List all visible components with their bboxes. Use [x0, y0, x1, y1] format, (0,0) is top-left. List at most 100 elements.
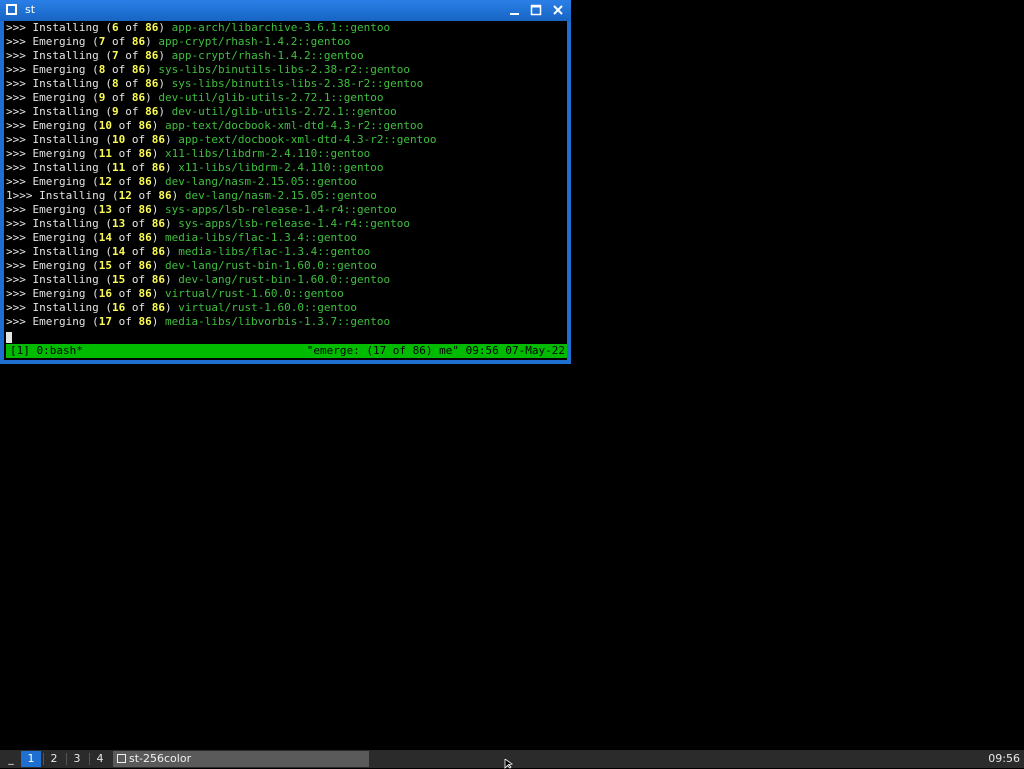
workspace-4[interactable]: 4 [90, 751, 110, 767]
minimize-button[interactable] [506, 2, 524, 19]
package-name: dev-util/glib-utils-2.72.1::gentoo [158, 91, 384, 104]
line-text: >>> Emerging ( [6, 147, 99, 160]
package-name: media-libs/libvorbis-1.3.7::gentoo [164, 315, 391, 328]
line-text: ) [164, 217, 179, 230]
terminal-line: >>> Installing (14 of 86) media-libs/fla… [6, 245, 437, 259]
line-text: of [105, 63, 132, 76]
line-text: ) [151, 203, 165, 216]
package-name: x11-libs/libdrm-2.4.110::gentoo [164, 147, 371, 160]
progress-number: 86 [145, 49, 159, 62]
progress-number: 14 [98, 231, 112, 244]
window-title: st [25, 3, 36, 16]
progress-number: 13 [111, 217, 126, 230]
line-text: >>> Installing ( [6, 77, 112, 90]
line-text: >>> Installing ( [6, 21, 112, 34]
package-name: x11-libs/libdrm-2.4.110::gentoo [178, 161, 384, 174]
line-text: ) [171, 189, 185, 202]
package-name: media-libs/flac-1.3.4::gentoo [178, 245, 371, 258]
terminal-line: >>> Emerging (13 of 86) sys-apps/lsb-rel… [6, 203, 437, 217]
line-text: ) [158, 49, 172, 62]
progress-number: 86 [138, 147, 152, 160]
line-text: ) [151, 175, 165, 188]
progress-number: 86 [138, 175, 152, 188]
package-name: app-crypt/rhash-1.4.2::gentoo [171, 49, 364, 62]
line-text: >>> Emerging ( [6, 203, 99, 216]
package-name: sys-libs/binutils-libs-2.38-r2::gentoo [158, 63, 411, 76]
progress-number: 86 [145, 77, 159, 90]
window-icon[interactable] [6, 4, 17, 15]
line-text: of [105, 91, 132, 104]
terminal-window[interactable]: st >>> Installing (6 of 86) app-arch/lib… [0, 0, 571, 364]
progress-number: 86 [145, 105, 159, 118]
progress-number: 9 [111, 105, 119, 118]
line-text: ) [151, 119, 165, 132]
line-text: of [118, 105, 146, 118]
close-button[interactable] [549, 2, 567, 19]
clock: 09:56 [988, 752, 1020, 765]
line-text: >>> Emerging ( [6, 91, 99, 104]
line-text: of [131, 189, 159, 202]
package-name: dev-lang/nasm-2.15.05::gentoo [184, 189, 377, 202]
workspace-1[interactable]: 1 [21, 751, 41, 767]
package-name: sys-apps/lsb-release-1.4-r4::gentoo [164, 203, 397, 216]
line-text: ) [151, 231, 165, 244]
progress-number: 14 [111, 245, 126, 258]
workspace-2[interactable]: 2 [44, 751, 64, 767]
line-text: >>> Emerging ( [6, 315, 99, 328]
terminal-line: >>> Emerging (10 of 86) app-text/docbook… [6, 119, 437, 133]
line-text: of [118, 49, 146, 62]
terminal-line: >>> Installing (9 of 86) dev-util/glib-u… [6, 105, 437, 119]
package-name: virtual/rust-1.60.0::gentoo [178, 301, 358, 314]
progress-number: 16 [98, 287, 112, 300]
progress-number: 6 [111, 21, 119, 34]
terminal-output: >>> Installing (6 of 86) app-arch/libarc… [6, 21, 437, 329]
line-text: ) [151, 287, 165, 300]
line-text: of [111, 231, 139, 244]
line-text: ) [145, 35, 159, 48]
workspace-3[interactable]: 3 [67, 751, 87, 767]
line-text: ) [151, 259, 165, 272]
line-text: >>> Installing ( [6, 245, 112, 258]
progress-number: 86 [138, 315, 152, 328]
progress-number: 13 [98, 203, 112, 216]
terminal-line: >>> Emerging (16 of 86) virtual/rust-1.6… [6, 287, 437, 301]
line-text: of [111, 287, 139, 300]
line-text: of [105, 35, 132, 48]
terminal-line: >>> Installing (13 of 86) sys-apps/lsb-r… [6, 217, 437, 231]
package-name: app-crypt/rhash-1.4.2::gentoo [158, 35, 351, 48]
line-text: of [111, 203, 139, 216]
close-icon [553, 5, 563, 15]
package-name: dev-lang/nasm-2.15.05::gentoo [164, 175, 358, 188]
terminal-line: >>> Emerging (11 of 86) x11-libs/libdrm-… [6, 147, 437, 161]
progress-number: 86 [151, 217, 165, 230]
task-label: st-256color [129, 752, 192, 765]
progress-number: 16 [111, 301, 126, 314]
progress-number: 86 [151, 301, 165, 314]
progress-number: 86 [131, 63, 146, 76]
line-text: ) [158, 77, 172, 90]
maximize-button[interactable] [527, 2, 545, 19]
line-text: >>> Emerging ( [6, 175, 99, 188]
terminal-line: >>> Installing (7 of 86) app-crypt/rhash… [6, 49, 437, 63]
progress-number: 7 [111, 49, 119, 62]
terminal-area[interactable]: >>> Installing (6 of 86) app-arch/libarc… [4, 21, 567, 360]
menu-button[interactable]: _ [4, 752, 18, 766]
line-text: >>> Installing ( [6, 133, 112, 146]
taskbar-task-st[interactable]: st-256color [113, 751, 369, 767]
line-text: of [111, 119, 139, 132]
terminal-line: >>> Emerging (8 of 86) sys-libs/binutils… [6, 63, 437, 77]
window-titlebar[interactable]: st [0, 0, 571, 21]
line-text: >>> Installing ( [6, 217, 112, 230]
progress-number: 86 [131, 91, 146, 104]
line-text: >>> Emerging ( [6, 231, 99, 244]
terminal-line: >>> Emerging (9 of 86) dev-util/glib-uti… [6, 91, 437, 105]
line-text: 1>>> Installing ( [6, 189, 119, 202]
line-text: ) [151, 315, 165, 328]
progress-number: 86 [138, 119, 152, 132]
line-text: >>> Installing ( [6, 105, 112, 118]
terminal-line: >>> Installing (15 of 86) dev-lang/rust-… [6, 273, 437, 287]
line-text: of [111, 147, 139, 160]
progress-number: 10 [98, 119, 112, 132]
line-text: ) [164, 301, 179, 314]
status-info: "emerge: (17 of 86) me" 09:56 07-May-22 [306, 344, 565, 357]
